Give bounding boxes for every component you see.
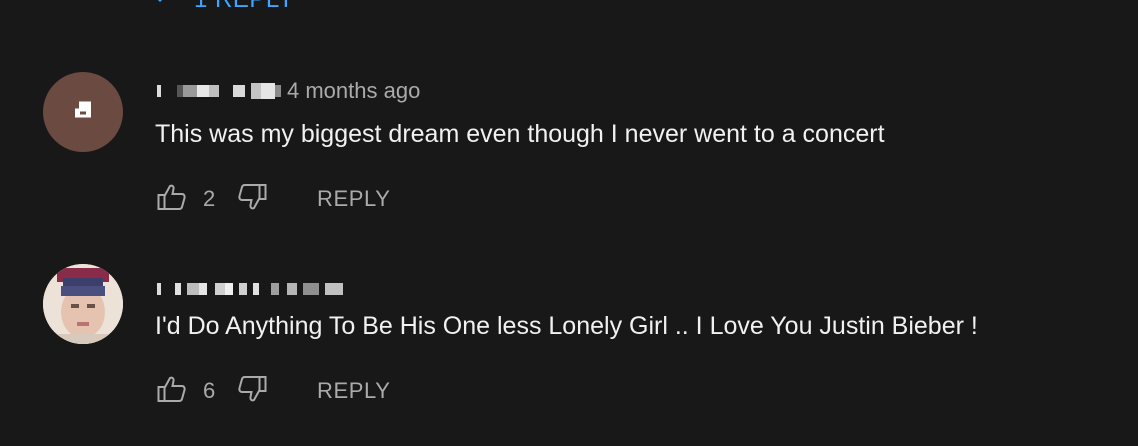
comment-text: I'd Do Anything To Be His One less Lonel… xyxy=(155,312,978,340)
view-replies-button[interactable]: 1 REPLY xyxy=(152,0,294,14)
thumbs-up-icon xyxy=(157,375,187,408)
reply-button[interactable]: REPLY xyxy=(317,378,391,404)
avatar-photo xyxy=(43,264,123,344)
thumbs-up-icon xyxy=(157,183,187,216)
dislike-button[interactable] xyxy=(237,375,267,408)
chevron-down-icon xyxy=(152,0,168,6)
comment-header xyxy=(157,278,343,300)
comment-text: This was my biggest dream even though I … xyxy=(155,120,885,148)
comments-section: 1 REPLY xyxy=(0,0,1138,446)
author-name-redacted[interactable] xyxy=(157,83,281,99)
thumbs-down-icon xyxy=(237,183,267,216)
like-count: 2 xyxy=(203,186,216,211)
comment-header: 4 months ago xyxy=(157,78,420,104)
dislike-button[interactable] xyxy=(237,183,267,216)
thumbs-down-icon xyxy=(237,375,267,408)
view-replies-label: 1 REPLY xyxy=(194,0,294,14)
author-name-redacted[interactable] xyxy=(157,283,343,295)
avatar[interactable] xyxy=(43,72,123,152)
like-count: 6 xyxy=(203,378,216,403)
comment-actions: 2 REPLY xyxy=(157,183,391,216)
like-button[interactable]: 2 xyxy=(157,183,233,216)
avatar[interactable] xyxy=(43,264,123,344)
comment-actions: 6 REPLY xyxy=(157,375,391,408)
like-button[interactable]: 6 xyxy=(157,375,233,408)
comment-timestamp[interactable]: 4 months ago xyxy=(287,78,420,104)
avatar-glyph xyxy=(71,99,95,126)
reply-button[interactable]: REPLY xyxy=(317,186,391,212)
